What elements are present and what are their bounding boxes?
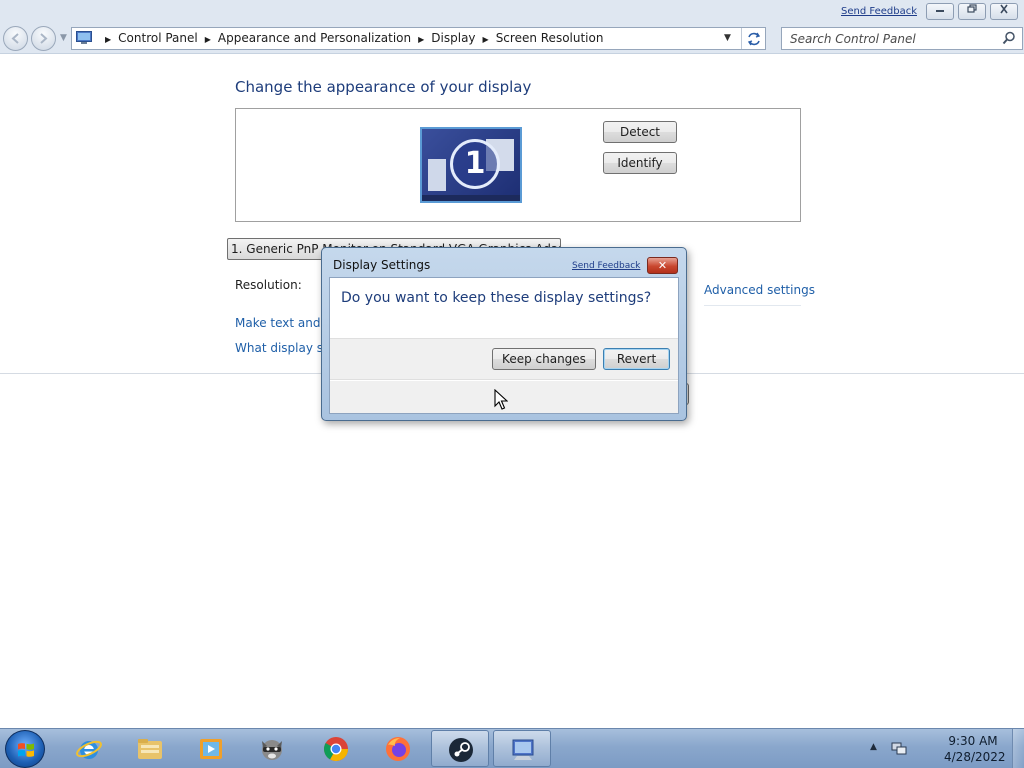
start-button[interactable]	[5, 730, 45, 768]
resolution-label: Resolution:	[235, 278, 302, 292]
dialog-button-bar: Keep changes Revert	[330, 338, 678, 380]
close-icon: ✕	[657, 259, 668, 272]
back-arrow-icon	[11, 33, 19, 44]
address-bar[interactable]: ▶ Control Panel ▶ Appearance and Personaliz…	[71, 27, 766, 50]
monitor-taskbar-thumbnail	[422, 195, 520, 201]
display-settings-help-link[interactable]: What display settings should I choose?	[235, 341, 321, 355]
breadcrumb: ▶ Control Panel ▶ Appearance and Personaliz…	[98, 28, 603, 49]
taskbar-media-player[interactable]	[182, 730, 240, 767]
firefox-icon	[386, 737, 410, 761]
breadcrumb-arrow-icon[interactable]: ▶	[205, 35, 211, 44]
taskbar: ▲ 9:30 AM 4/28/2022	[0, 728, 1024, 768]
taskbar-raccoon-app[interactable]	[243, 730, 301, 767]
search-icon[interactable]	[1002, 31, 1016, 45]
send-feedback-link[interactable]: Send Feedback	[841, 6, 917, 17]
minimize-icon	[936, 10, 944, 12]
breadcrumb-screen-resolution[interactable]: Screen Resolution	[496, 31, 604, 45]
clock-time: 9:30 AM	[948, 734, 998, 748]
taskbar-file-explorer[interactable]	[121, 730, 179, 767]
system-clock[interactable]: 9:30 AM 4/28/2022	[944, 733, 1006, 765]
detect-button[interactable]: Detect	[603, 121, 677, 143]
monitor-1-icon[interactable]: 1	[420, 127, 522, 203]
monitor-number: 1	[450, 139, 500, 189]
breadcrumb-arrow-icon[interactable]: ▶	[105, 35, 111, 44]
forward-arrow-icon	[40, 33, 48, 44]
refresh-icon	[747, 32, 760, 46]
network-icon[interactable]	[891, 740, 907, 756]
back-button[interactable]	[3, 26, 28, 51]
dialog-title: Display Settings	[333, 258, 431, 272]
dialog-send-feedback-link[interactable]: Send Feedback	[572, 261, 640, 271]
navigation-bar: ▼ ▶ Control Panel ▶ Appearance and Personal…	[0, 24, 1024, 54]
restore-button[interactable]	[958, 3, 986, 20]
windows-logo-icon	[18, 743, 34, 757]
folder-icon	[138, 739, 162, 759]
display-settings-icon	[512, 739, 534, 760]
taskbar-steam[interactable]	[431, 730, 489, 767]
raccoon-icon	[262, 740, 282, 760]
breadcrumb-appearance[interactable]: Appearance and Personalization	[218, 31, 411, 45]
media-player-icon	[200, 739, 222, 759]
address-dropdown-icon[interactable]: ▼	[724, 33, 731, 43]
divider	[704, 305, 801, 306]
display-preview-panel: 1 Detect Identify	[235, 108, 801, 222]
text-size-link[interactable]: Make text and other items larger or smal…	[235, 316, 321, 330]
dialog-question: Do you want to keep these display settin…	[341, 290, 652, 306]
control-panel-icon	[76, 31, 92, 44]
identify-button[interactable]: Identify	[603, 152, 677, 174]
keep-changes-button[interactable]: Keep changes	[492, 348, 596, 370]
restore-icon	[967, 4, 977, 13]
breadcrumb-display[interactable]: Display	[431, 31, 475, 45]
search-input[interactable]: Search Control Panel	[781, 27, 1023, 50]
window-thumbnail	[428, 159, 446, 191]
breadcrumb-arrow-icon[interactable]: ▶	[483, 35, 489, 44]
search-placeholder: Search Control Panel	[790, 32, 916, 46]
steam-icon	[449, 738, 473, 762]
taskbar-chrome[interactable]	[307, 730, 365, 767]
taskbar-internet-explorer[interactable]	[60, 730, 118, 767]
show-desktop-button[interactable]	[1012, 729, 1024, 768]
breadcrumb-arrow-icon[interactable]: ▶	[418, 35, 424, 44]
chrome-icon	[323, 737, 348, 762]
close-icon	[1000, 4, 1008, 14]
refresh-button[interactable]	[741, 28, 765, 49]
window-titlebar: Send Feedback	[0, 0, 1024, 24]
taskbar-firefox[interactable]	[369, 730, 427, 767]
forward-button[interactable]	[31, 26, 56, 51]
breadcrumb-control-panel[interactable]: Control Panel	[118, 31, 198, 45]
dialog-close-button[interactable]: ✕	[647, 257, 678, 274]
page-title: Change the appearance of your display	[235, 78, 532, 96]
clock-date: 4/28/2022	[944, 750, 1006, 764]
advanced-settings-link[interactable]: Advanced settings	[704, 283, 815, 297]
mouse-cursor-icon	[494, 389, 508, 410]
internet-explorer-icon	[76, 740, 102, 759]
revert-button[interactable]: Revert	[603, 348, 670, 370]
taskbar-display-settings[interactable]	[493, 730, 551, 767]
recent-pages-dropdown-icon[interactable]: ▼	[60, 33, 67, 43]
minimize-button[interactable]	[926, 3, 954, 20]
show-hidden-icons-arrow-icon[interactable]: ▲	[870, 742, 877, 752]
close-window-button[interactable]	[990, 3, 1018, 20]
